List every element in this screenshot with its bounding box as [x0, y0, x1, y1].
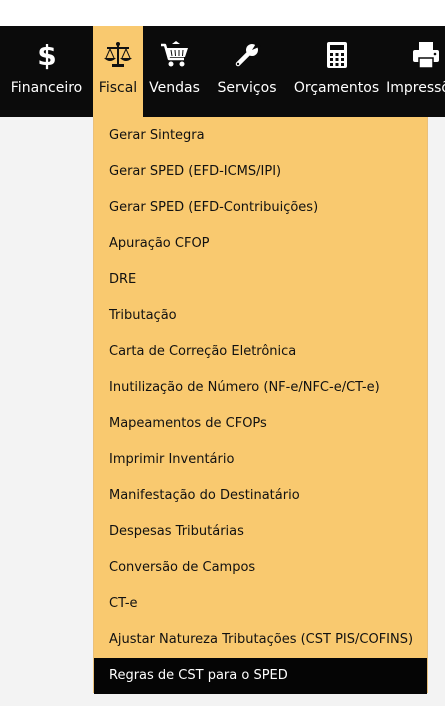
nav-label-servicos: Serviços	[217, 80, 277, 96]
nav-item-orcamentos[interactable]: Orçamentos	[288, 26, 385, 117]
calculator-icon	[288, 40, 385, 70]
menu-item-apuracao-cfop[interactable]: Apuração CFOP	[94, 226, 427, 262]
wrench-icon	[206, 40, 288, 70]
nav-label-orcamentos: Orçamentos	[293, 80, 380, 96]
menu-item-regras-cst-sped[interactable]: Regras de CST para o SPED	[94, 658, 427, 694]
menu-item-ct-e[interactable]: CT-e	[94, 586, 427, 622]
menu-item-despesas-tributarias[interactable]: Despesas Tributárias	[94, 514, 427, 550]
top-strip	[0, 0, 445, 26]
nav-item-servicos[interactable]: Serviços	[206, 26, 288, 117]
nav-label-impressoes: Impressões	[386, 80, 445, 96]
menu-item-manifestacao-destinatario[interactable]: Manifestação do Destinatário	[94, 478, 427, 514]
nav-item-fiscal[interactable]: Fiscal	[93, 26, 143, 117]
nav-item-financeiro[interactable]: $ Financeiro	[0, 26, 93, 117]
nav-label-financeiro: Financeiro	[10, 80, 83, 96]
scales-icon	[93, 40, 143, 70]
menu-item-gerar-sped-icms-ipi[interactable]: Gerar SPED (EFD-ICMS/IPI)	[94, 154, 427, 190]
nav-label-fiscal: Fiscal	[98, 80, 138, 96]
menu-item-imprimir-inventario[interactable]: Imprimir Inventário	[94, 442, 427, 478]
nav-item-impressoes[interactable]: Impressões	[385, 26, 445, 117]
menu-item-tributacao[interactable]: Tributação	[94, 298, 427, 334]
fiscal-dropdown-menu: Gerar Sintegra Gerar SPED (EFD-ICMS/IPI)…	[93, 117, 428, 694]
svg-text:$: $	[37, 40, 56, 70]
menu-item-dre[interactable]: DRE	[94, 262, 427, 298]
menu-item-conversao-campos[interactable]: Conversão de Campos	[94, 550, 427, 586]
nav-item-vendas[interactable]: Vendas	[143, 26, 206, 117]
printer-icon	[385, 40, 445, 70]
menu-item-ajustar-natureza-tributacoes[interactable]: Ajustar Natureza Tributações (CST PIS/CO…	[94, 622, 427, 658]
shopping-cart-icon	[143, 40, 206, 70]
menu-item-carta-correcao[interactable]: Carta de Correção Eletrônica	[94, 334, 427, 370]
menu-item-mapeamentos-cfops[interactable]: Mapeamentos de CFOPs	[94, 406, 427, 442]
main-navbar: $ Financeiro Fiscal Vendas Serviços Orça…	[0, 26, 445, 117]
dollar-icon: $	[0, 40, 93, 70]
nav-label-vendas: Vendas	[149, 80, 200, 96]
menu-item-gerar-sped-contribuicoes[interactable]: Gerar SPED (EFD-Contribuições)	[94, 190, 427, 226]
menu-item-inutilizacao-numero[interactable]: Inutilização de Número (NF-e/NFC-e/CT-e)	[94, 370, 427, 406]
menu-item-gerar-sintegra[interactable]: Gerar Sintegra	[94, 118, 427, 154]
